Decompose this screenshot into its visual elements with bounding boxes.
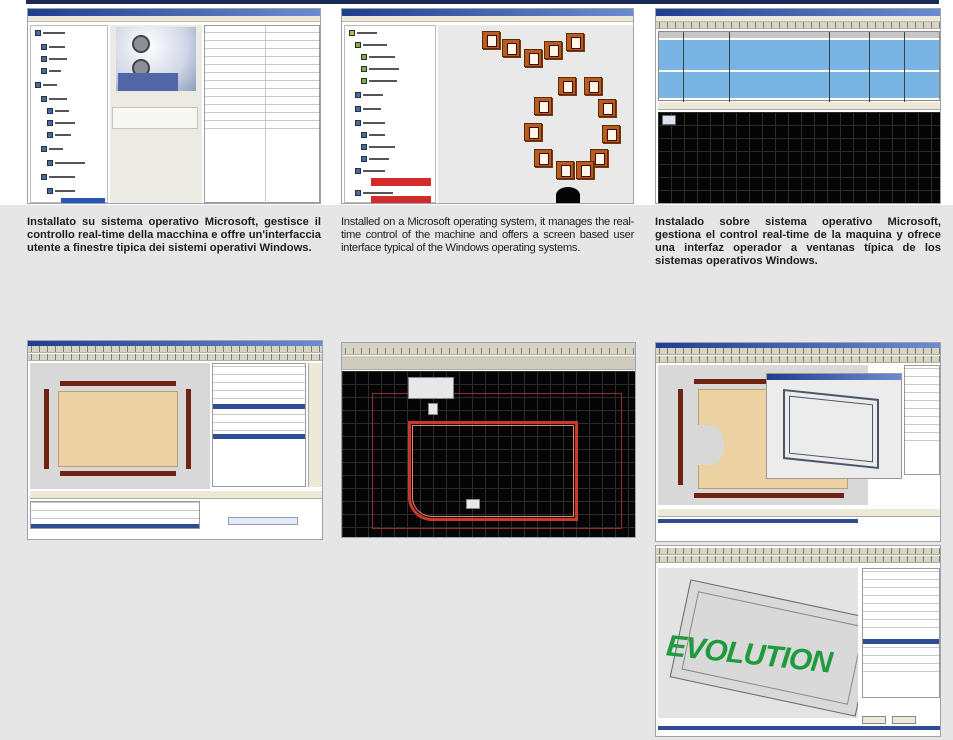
screenshot-tree-properties [27, 8, 321, 204]
properties-grid [904, 365, 940, 475]
screenshot-panel-overlay [655, 342, 941, 542]
screenshot-program-table [655, 8, 941, 204]
layout-canvas [30, 363, 210, 489]
machine-thumbnail-icon [662, 115, 676, 125]
screenshot-tool-path [341, 342, 636, 538]
screenshot-evolution-panel: EVOLUTION [655, 545, 941, 737]
window-title-bar [28, 9, 320, 16]
toolbar [342, 348, 635, 355]
tool-magazine-canvas [438, 25, 633, 203]
caption-english: Installed on a Microsoft operating syste… [341, 216, 634, 254]
toolbar [656, 548, 940, 555]
toolbar [656, 556, 940, 563]
toolbar [656, 356, 940, 363]
menu-bar [28, 16, 320, 22]
cnc-grid-view [658, 112, 940, 203]
caption-spanish: Instalado sobre sistema operativo Micros… [655, 216, 941, 267]
menu-bar [342, 16, 633, 22]
machine-image-area [110, 25, 202, 203]
properties-grid [862, 568, 940, 698]
overlay-window [766, 373, 902, 479]
toolpath-view [342, 371, 635, 537]
toolbar [28, 354, 322, 361]
screenshot-tool-magazine [341, 8, 634, 204]
caption-italian: Installato su sistema operativo Microsof… [27, 216, 321, 254]
toolbar [656, 348, 940, 355]
tree-panel [30, 25, 108, 203]
spindle-icon [556, 187, 580, 203]
program-table [658, 31, 940, 102]
properties-grid [212, 363, 306, 487]
top-rule [26, 0, 939, 4]
engraving-canvas: EVOLUTION [658, 568, 858, 718]
output-list [30, 501, 200, 529]
tree-panel [344, 25, 436, 203]
properties-grid [204, 25, 320, 203]
window-title-bar [342, 9, 633, 16]
window-title-bar [656, 9, 940, 16]
toolbar [342, 356, 635, 370]
screenshot-panel-layout [27, 340, 323, 540]
toolbar [656, 22, 940, 29]
toolbar [28, 346, 322, 353]
